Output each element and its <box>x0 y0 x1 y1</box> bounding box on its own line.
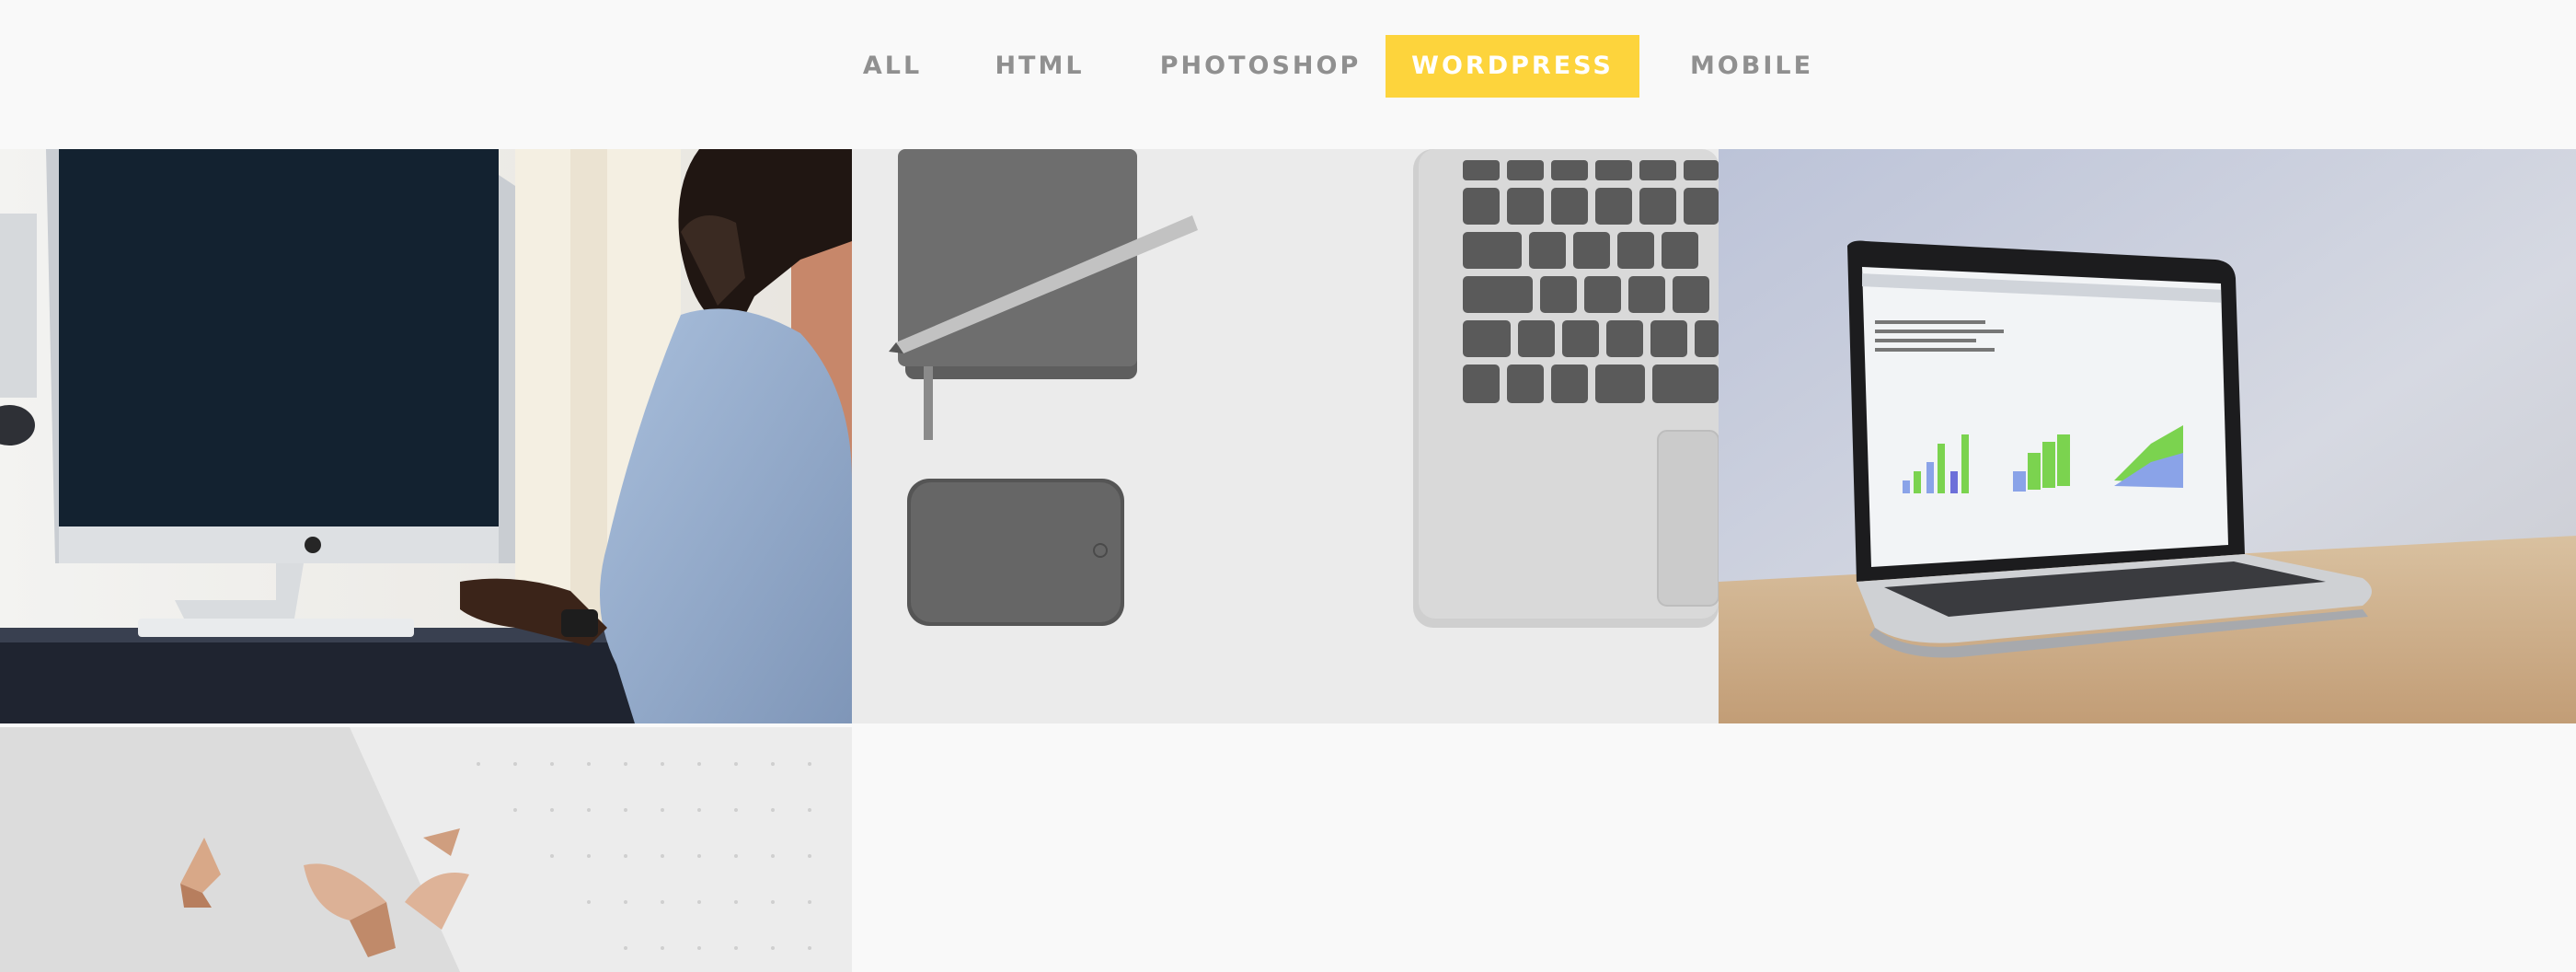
laptop-chart-photo <box>1719 149 2576 723</box>
notebook-phone-keyboard-photo <box>852 149 1719 723</box>
filter-wordpress[interactable]: WORDPRESS <box>1386 35 1639 98</box>
gallery-item-shavings[interactable] <box>0 727 852 972</box>
filter-photoshop[interactable]: PHOTOSHOP <box>1132 35 1389 98</box>
filter-list: ALL HTML PHOTOSHOP WORDPRESS MOBILE <box>828 35 1811 98</box>
filter-mobile[interactable]: MOBILE <box>1662 35 1842 98</box>
gallery-item-desk-flatlay[interactable] <box>852 149 1719 723</box>
filter-html[interactable]: HTML <box>966 35 1113 98</box>
gallery-item-workspace[interactable] <box>0 149 852 723</box>
filter-all[interactable]: ALL <box>828 35 957 98</box>
pencil-shavings-photo <box>0 727 852 972</box>
gallery-item-laptop[interactable] <box>1719 149 2576 723</box>
workspace-imac-photo <box>0 149 852 723</box>
portfolio-filter-bar: ALL HTML PHOTOSHOP WORDPRESS MOBILE <box>0 35 2576 98</box>
